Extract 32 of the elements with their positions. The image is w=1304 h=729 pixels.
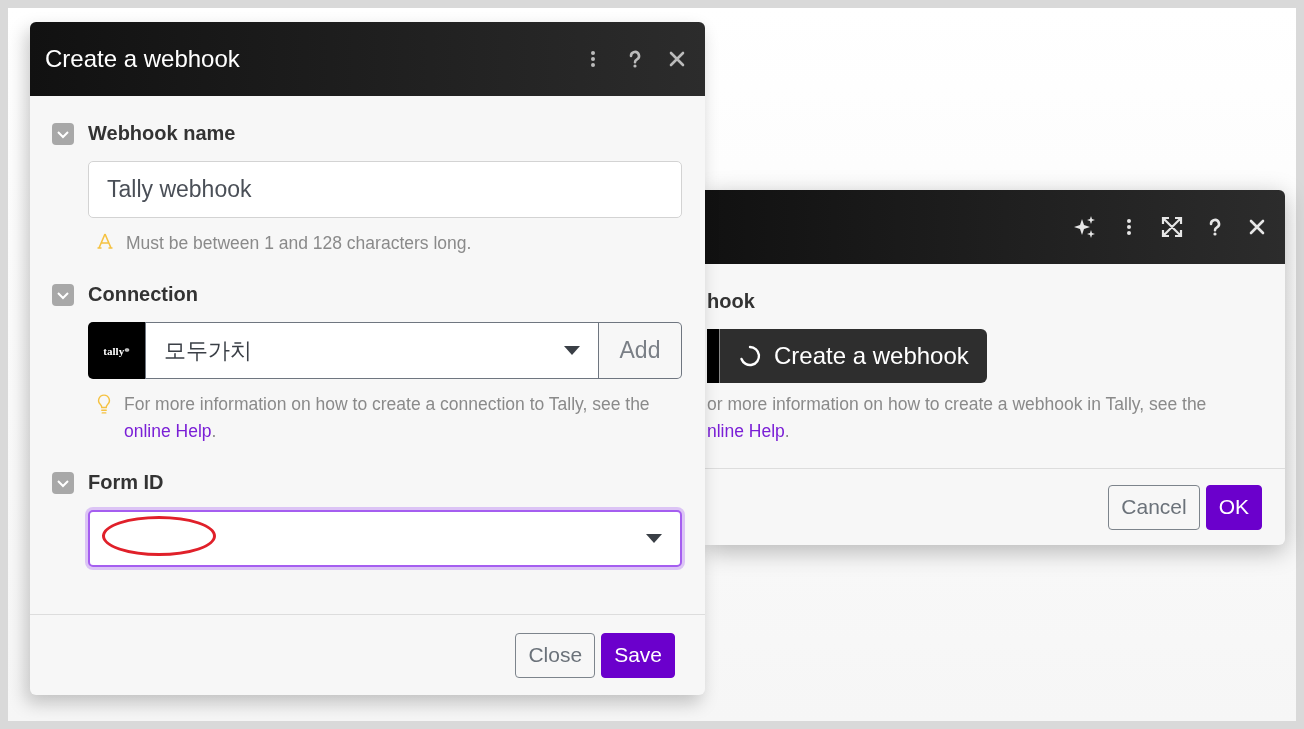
hint-text: For more information on how to create a connection to Tally, see the online Help. bbox=[124, 393, 651, 443]
field-label: Webhook name bbox=[88, 122, 236, 145]
close-icon[interactable] bbox=[667, 49, 687, 69]
hint-text: Must be between 1 and 128 characters long. bbox=[126, 232, 472, 255]
close-icon[interactable] bbox=[1247, 217, 1267, 237]
field-label: Connection bbox=[88, 283, 198, 306]
connection-dropdown[interactable]: 모두가치 bbox=[145, 322, 599, 379]
field-label: Form ID bbox=[88, 471, 164, 494]
dropdown-caret-icon bbox=[564, 345, 580, 356]
tally-logo: tally* bbox=[88, 322, 145, 379]
text-field[interactable]: Tally webhook bbox=[88, 161, 682, 218]
secondary-button[interactable]: Cancel bbox=[1108, 484, 1200, 530]
dropdown-caret-icon bbox=[646, 533, 662, 544]
dialog-title: Create a webhook bbox=[45, 45, 241, 73]
button-edge bbox=[707, 329, 720, 383]
help-link[interactable]: online Help bbox=[124, 421, 212, 441]
primary-button[interactable]: Save bbox=[601, 632, 675, 678]
field-label: hook bbox=[707, 290, 756, 313]
secondary-button[interactable]: Close bbox=[515, 632, 596, 678]
hint-text: or more information on how to create a webhook in Tally, see the nline Help. bbox=[707, 393, 1208, 443]
create-webhook-button[interactable]: Create a webhook bbox=[720, 329, 987, 383]
form-id-dropdown[interactable] bbox=[88, 510, 682, 567]
collapse-toggle-icon[interactable] bbox=[52, 122, 74, 145]
collapse-toggle-icon[interactable] bbox=[52, 283, 74, 306]
letter-a-icon bbox=[96, 232, 114, 250]
sparkle-icon[interactable] bbox=[1073, 215, 1097, 239]
lightbulb-icon bbox=[96, 393, 112, 415]
collapse-toggle-icon[interactable] bbox=[52, 471, 74, 494]
add-button[interactable]: Add bbox=[599, 322, 682, 379]
expand-icon[interactable] bbox=[1161, 216, 1183, 238]
help-link[interactable]: nline Help bbox=[707, 421, 785, 441]
primary-button[interactable]: OK bbox=[1205, 484, 1262, 530]
